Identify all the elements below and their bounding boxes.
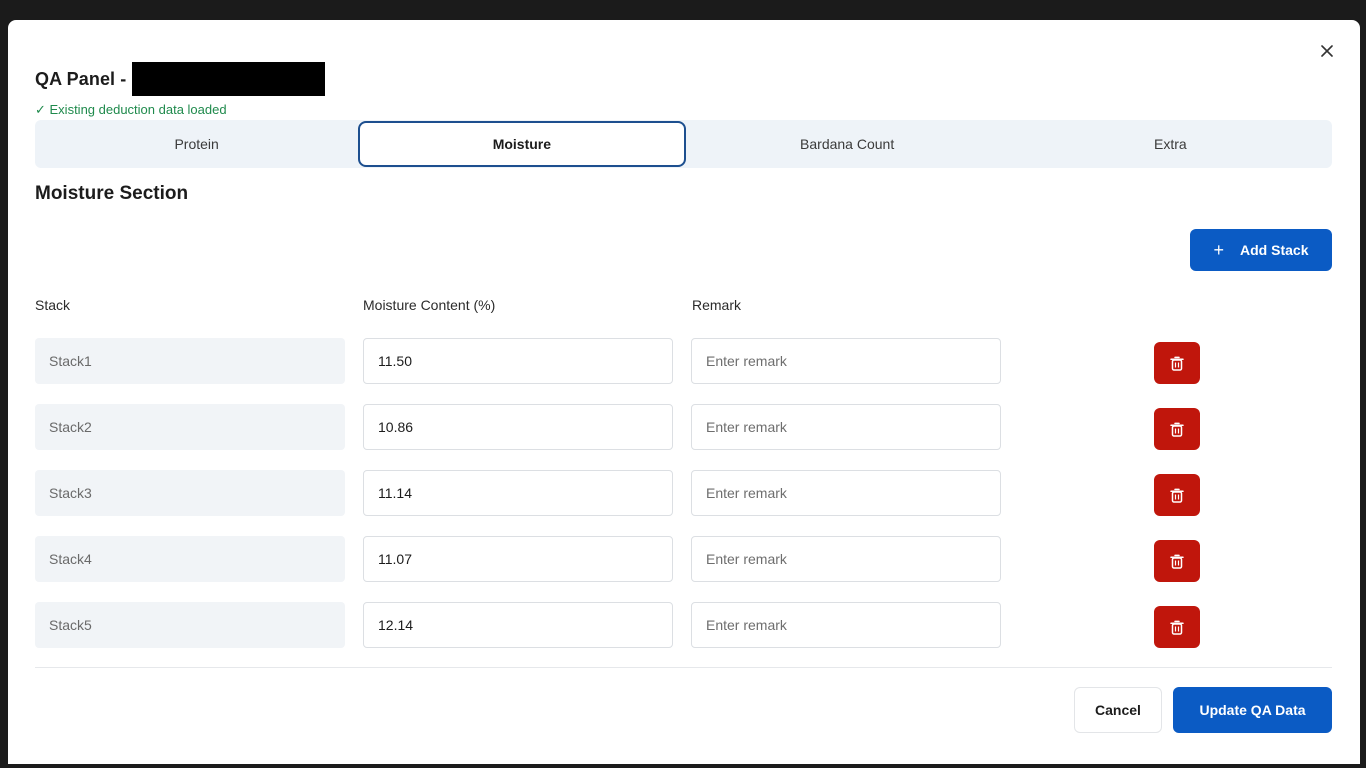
column-header-moisture: Moisture Content (%): [363, 297, 496, 313]
dialog-header: QA Panel -: [35, 62, 326, 96]
status-message: ✓ Existing deduction data loaded: [35, 102, 227, 117]
dialog-title: QA Panel -: [35, 68, 127, 89]
trash-icon: [1170, 422, 1184, 437]
section-title: Moisture Section: [35, 183, 189, 204]
stack-name: Stack3: [35, 470, 345, 516]
close-icon[interactable]: [1316, 40, 1338, 62]
stack-name: Stack1: [35, 338, 345, 384]
qa-panel-dialog: QA Panel - ✓ Existing deduction data loa…: [8, 20, 1360, 764]
moisture-input[interactable]: [363, 602, 673, 648]
add-stack-label: Add Stack: [1240, 242, 1309, 258]
add-stack-button[interactable]: + Add Stack: [1190, 229, 1332, 271]
redacted-name: [132, 62, 326, 96]
table-row: Stack4: [35, 536, 1332, 584]
table-row: Stack3: [35, 470, 1332, 518]
delete-stack-button[interactable]: [1154, 408, 1200, 450]
trash-icon: [1170, 356, 1184, 371]
cancel-button[interactable]: Cancel: [1074, 687, 1162, 733]
remark-input[interactable]: [691, 602, 1001, 648]
table-row: Stack5: [35, 602, 1332, 650]
table-row: Stack2: [35, 404, 1332, 452]
moisture-input[interactable]: [363, 404, 673, 450]
moisture-input[interactable]: [363, 338, 673, 384]
trash-icon: [1170, 488, 1184, 503]
delete-stack-button[interactable]: [1154, 474, 1200, 516]
plus-icon: +: [1213, 239, 1225, 260]
remark-input[interactable]: [691, 404, 1001, 450]
stack-name: Stack4: [35, 536, 345, 582]
column-header-stack: Stack: [35, 297, 71, 313]
remark-input[interactable]: [691, 338, 1001, 384]
delete-stack-button[interactable]: [1154, 606, 1200, 648]
delete-stack-button[interactable]: [1154, 540, 1200, 582]
footer-divider: [35, 667, 1332, 668]
section-tabs: Protein Moisture Bardana Count Extra: [35, 120, 1332, 168]
stack-name: Stack5: [35, 602, 345, 648]
trash-icon: [1170, 620, 1184, 635]
tab-extra[interactable]: Extra: [1009, 122, 1332, 166]
tab-protein[interactable]: Protein: [35, 122, 358, 166]
moisture-input[interactable]: [363, 470, 673, 516]
remark-input[interactable]: [691, 470, 1001, 516]
remark-input[interactable]: [691, 536, 1001, 582]
moisture-input[interactable]: [363, 536, 673, 582]
stack-name: Stack2: [35, 404, 345, 450]
column-header-remark: Remark: [692, 297, 742, 313]
delete-stack-button[interactable]: [1154, 342, 1200, 384]
tab-bardana-count[interactable]: Bardana Count: [686, 122, 1009, 166]
tab-moisture[interactable]: Moisture: [358, 121, 686, 167]
trash-icon: [1170, 554, 1184, 569]
table-row: Stack1: [35, 338, 1332, 386]
update-qa-data-button[interactable]: Update QA Data: [1173, 687, 1332, 733]
